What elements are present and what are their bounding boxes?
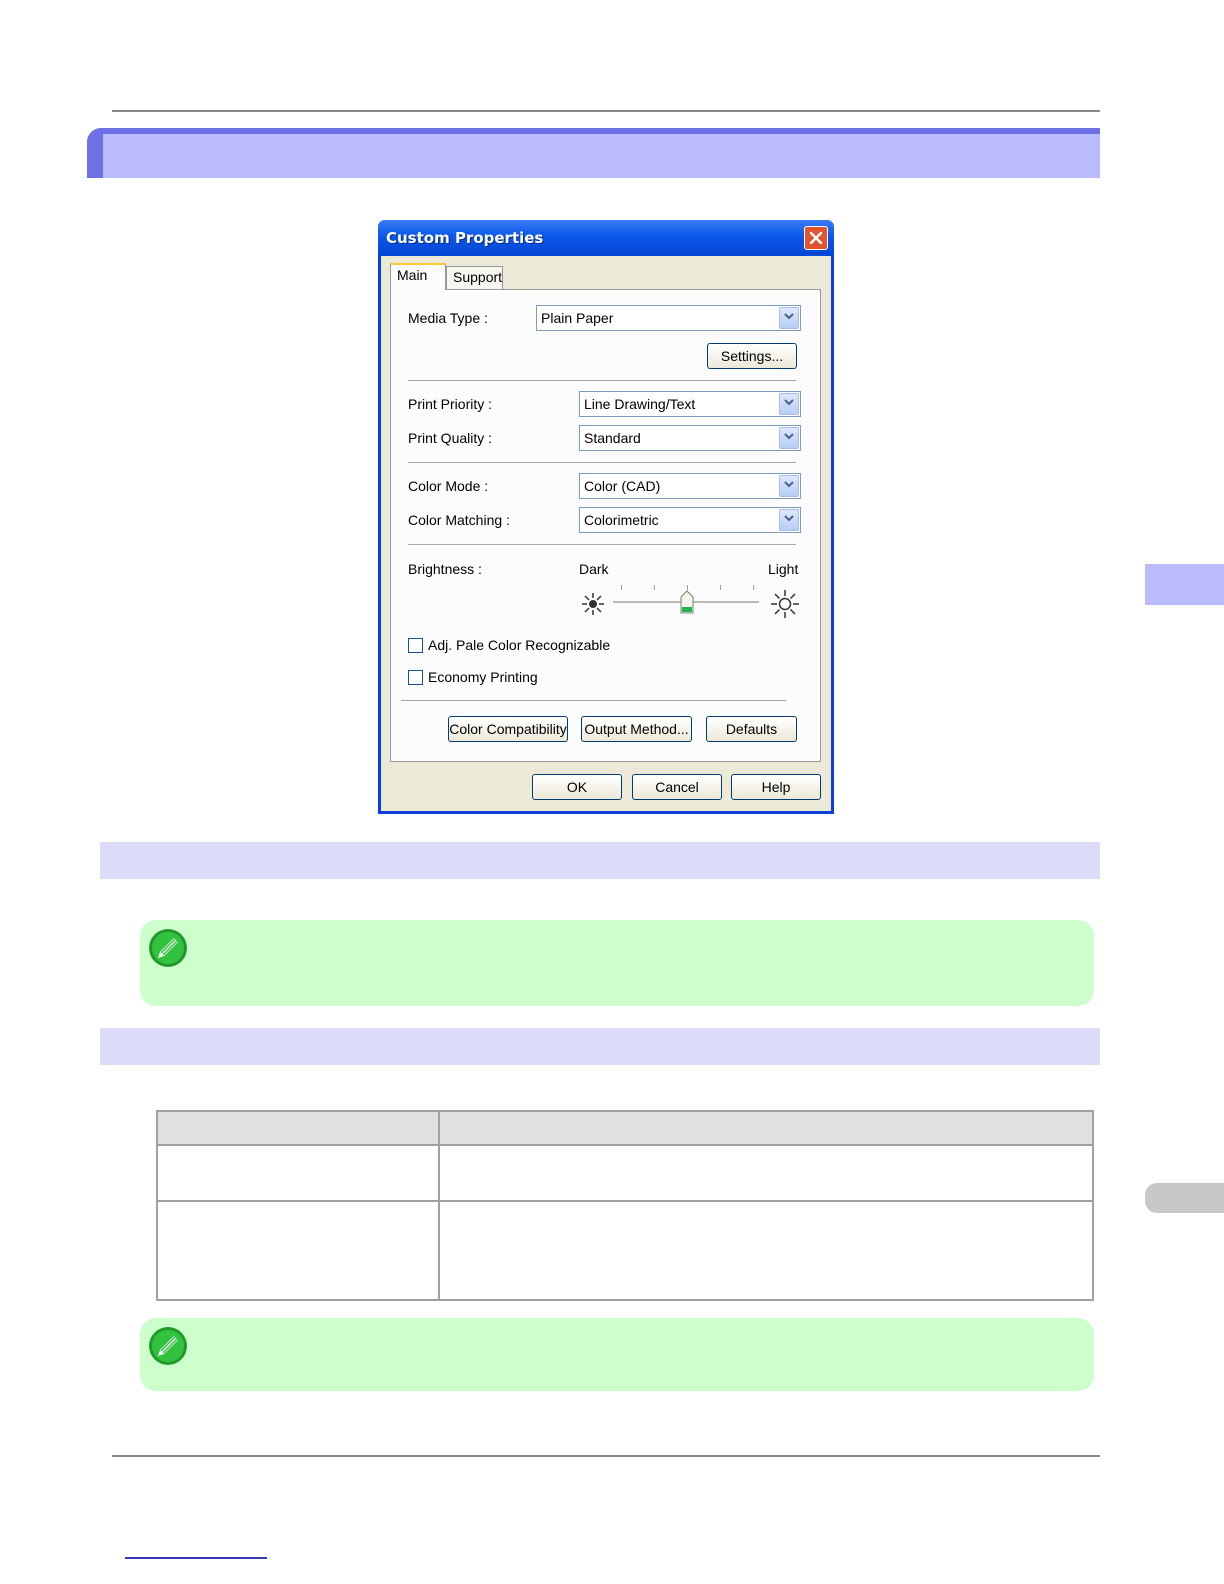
section-heading-band	[100, 1028, 1100, 1065]
chevron-down-icon	[779, 393, 799, 415]
help-button[interactable]: Help	[731, 774, 821, 800]
note-box	[140, 920, 1094, 1006]
separator	[408, 462, 796, 463]
color-matching-label: Color Matching :	[408, 512, 510, 528]
slider-thumb[interactable]	[680, 590, 694, 614]
brightness-dark-label: Dark	[579, 561, 609, 577]
brightness-light-label: Light	[768, 561, 799, 577]
settings-table	[156, 1110, 1094, 1301]
brightness-label: Brightness :	[408, 561, 482, 577]
close-icon[interactable]	[804, 226, 828, 250]
chapter-side-tab[interactable]	[1145, 564, 1224, 605]
print-quality-label: Print Quality :	[408, 430, 493, 446]
adj-pale-color-label: Adj. Pale Color Recognizable	[428, 637, 611, 653]
ok-button[interactable]: OK	[532, 774, 622, 800]
settings-button[interactable]: Settings...	[707, 343, 797, 369]
table-column-divider	[438, 1112, 440, 1299]
dialog-body: Main Support Media Type : Plain Paper Se…	[381, 256, 831, 811]
separator	[408, 380, 796, 381]
footer-link-underline[interactable]	[125, 1557, 267, 1559]
chapter-title-band	[87, 128, 1100, 178]
color-mode-select[interactable]: Color (CAD)	[579, 473, 801, 499]
tab-main[interactable]: Main	[390, 263, 446, 290]
print-priority-label: Print Priority :	[408, 396, 493, 412]
slider-tick	[720, 585, 721, 590]
table-header	[158, 1112, 1092, 1146]
brightness-slider[interactable]	[613, 584, 759, 614]
slider-tick	[621, 585, 622, 590]
tab-support[interactable]: Support	[446, 266, 503, 289]
economy-printing-checkbox[interactable]	[408, 670, 423, 685]
custom-properties-dialog: Custom Properties Main Support Media Typ…	[378, 220, 834, 814]
sun-dark-icon	[582, 593, 604, 615]
table-row-divider	[158, 1200, 1092, 1202]
color-compatibility-button[interactable]: Color Compatibility	[448, 716, 568, 742]
main-tab-panel: Media Type : Plain Paper Settings... Pri…	[390, 289, 821, 762]
chevron-down-icon	[779, 509, 799, 531]
media-type-select[interactable]: Plain Paper	[536, 305, 801, 331]
print-quality-select[interactable]: Standard	[579, 425, 801, 451]
dialog-title: Custom Properties	[386, 229, 544, 247]
adj-pale-color-checkbox[interactable]	[408, 638, 423, 653]
slider-tick	[753, 585, 754, 590]
slider-tick	[654, 585, 655, 590]
media-type-label: Media Type :	[408, 310, 488, 326]
color-matching-select[interactable]: Colorimetric	[579, 507, 801, 533]
separator	[408, 544, 796, 545]
cancel-button[interactable]: Cancel	[632, 774, 722, 800]
defaults-button[interactable]: Defaults	[706, 716, 797, 742]
top-rule	[112, 110, 1100, 112]
sun-light-icon	[771, 590, 799, 618]
note-box	[140, 1318, 1094, 1391]
separator	[401, 700, 786, 701]
chevron-down-icon	[779, 475, 799, 497]
economy-printing-label: Economy Printing	[428, 669, 538, 685]
print-priority-select[interactable]: Line Drawing/Text	[579, 391, 801, 417]
note-pencil-icon	[149, 929, 187, 967]
section-heading-band	[100, 842, 1100, 879]
index-side-tab[interactable]	[1145, 1183, 1224, 1213]
chevron-down-icon	[779, 307, 799, 329]
output-method-button[interactable]: Output Method...	[581, 716, 692, 742]
chevron-down-icon	[779, 427, 799, 449]
color-mode-label: Color Mode :	[408, 478, 489, 494]
note-pencil-icon	[149, 1327, 187, 1365]
dialog-titlebar: Custom Properties	[378, 220, 834, 256]
bottom-rule	[112, 1455, 1100, 1457]
